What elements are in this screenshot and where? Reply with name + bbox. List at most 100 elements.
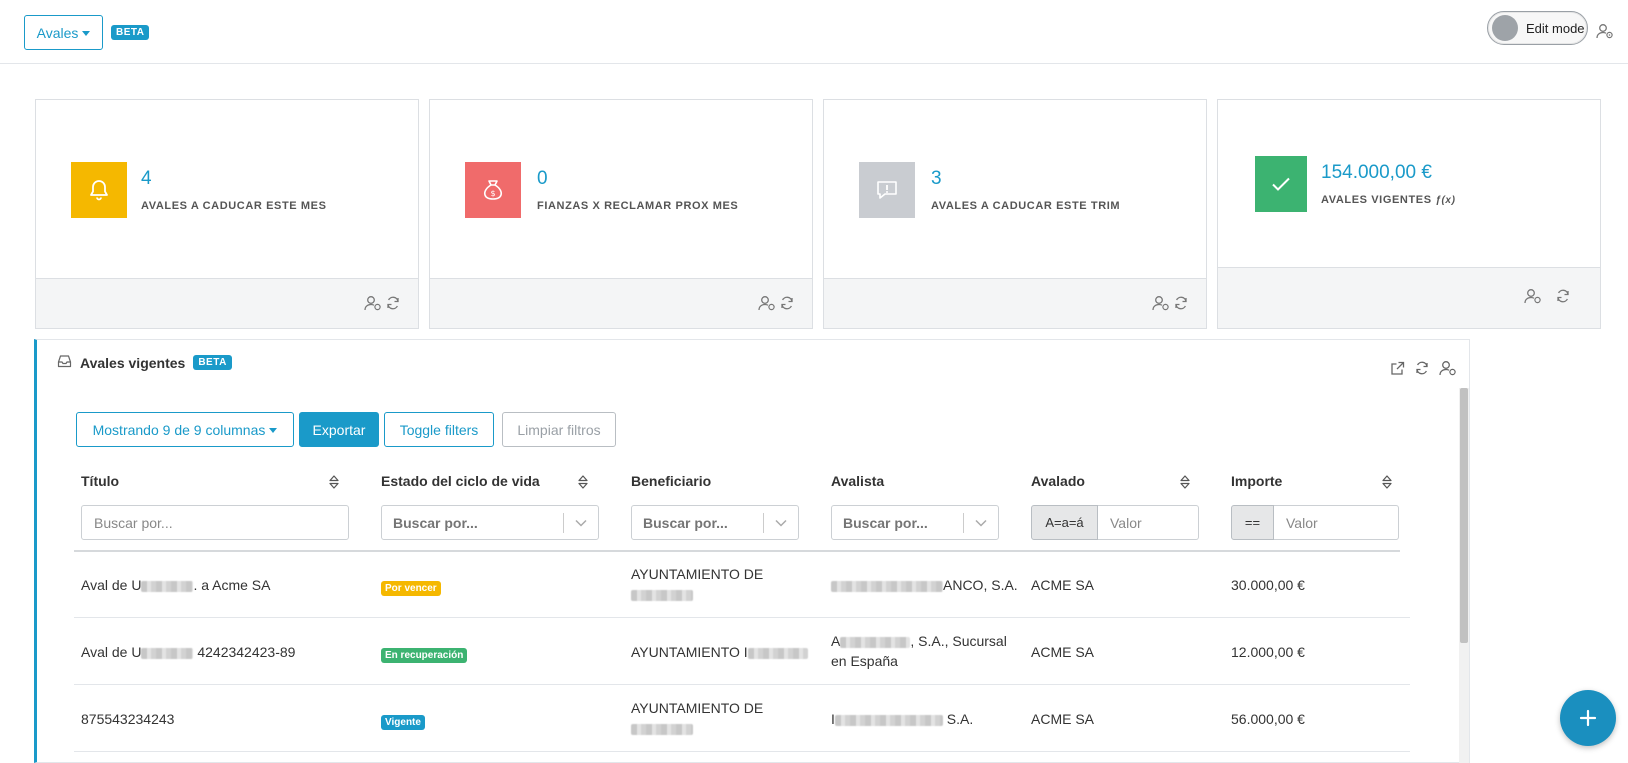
user-settings-icon[interactable]	[1439, 360, 1457, 381]
table-toolbar: Mostrando 9 de 9 columnas Exportar Toggl…	[76, 412, 616, 447]
importe-filter-group: == Valor	[1231, 505, 1399, 540]
select-placeholder: Buscar por...	[393, 514, 478, 531]
estado-search-select[interactable]: Buscar por...	[381, 505, 599, 540]
columns-dropdown-label: Mostrando 9 de 9 columnas	[92, 421, 266, 438]
avalado-filter-group: A=a=á Valor	[1031, 505, 1199, 540]
scrollbar[interactable]	[1459, 388, 1469, 763]
cell-avalado: ACME SA	[1031, 711, 1095, 727]
status-badge: Vigente	[381, 715, 425, 730]
kpi-value: 0	[537, 168, 548, 189]
chevron-down-icon	[564, 519, 598, 527]
kpi-card-caducar-mes: 4 AVALES A CADUCAR ESTE MES	[35, 99, 419, 329]
select-placeholder: Buscar por...	[843, 514, 928, 531]
column-header-avalista[interactable]: Avalista	[831, 473, 884, 489]
column-header-avalado[interactable]: Avalado	[1031, 473, 1085, 489]
cell-titulo: Aval de U. a Acme SA	[81, 577, 271, 593]
select-placeholder: Buscar por...	[643, 514, 728, 531]
chevron-down-icon	[964, 519, 998, 527]
cell-estado: Vigente	[381, 710, 425, 730]
refresh-icon[interactable]	[1174, 296, 1188, 315]
refresh-icon[interactable]	[1556, 289, 1570, 308]
chevron-down-icon	[764, 519, 798, 527]
avales-vigentes-panel: Avales vigentes BETA Mostrando 9 de 9 co…	[34, 339, 1470, 763]
caret-down-icon	[82, 30, 91, 36]
redacted-text	[831, 580, 943, 592]
cell-beneficiario: AYUNTAMIENTO DE	[631, 698, 763, 738]
check-icon	[1253, 156, 1309, 212]
user-settings-icon[interactable]	[364, 295, 382, 316]
cell-importe: 56.000,00 €	[1231, 711, 1305, 727]
user-settings-icon[interactable]	[758, 295, 776, 316]
kpi-card-fianzas: $ 0 FIANZAS X RECLAMAR PROX MES	[429, 99, 813, 329]
caret-down-icon	[269, 427, 278, 433]
kpi-label: AVALES A CADUCAR ESTE MES	[141, 200, 327, 212]
text-operator-button[interactable]: A=a=á	[1031, 505, 1098, 540]
cell-importe: 30.000,00 €	[1231, 577, 1305, 593]
column-header-estado[interactable]: Estado del ciclo de vida	[381, 473, 540, 489]
cell-avalista: I S.A.	[831, 711, 974, 727]
alert-comment-icon	[859, 162, 915, 218]
sort-icon[interactable]	[1180, 475, 1190, 494]
toggle-knob	[1492, 15, 1518, 41]
module-label: Avales	[36, 24, 79, 41]
bell-icon	[71, 162, 127, 218]
refresh-icon[interactable]	[386, 296, 400, 315]
svg-text:$: $	[490, 189, 495, 198]
redacted-text	[141, 580, 194, 592]
refresh-icon[interactable]	[1415, 361, 1429, 380]
formula-icon: ƒ(x)	[1435, 195, 1456, 206]
numeric-operator-button[interactable]: ==	[1231, 505, 1274, 540]
external-link-icon[interactable]	[1390, 361, 1405, 381]
top-bar: Avales BETA Edit mode	[0, 0, 1628, 64]
card-footer	[36, 278, 418, 328]
scrollbar-thumb[interactable]	[1460, 388, 1468, 643]
cell-avalado: ACME SA	[1031, 577, 1095, 593]
refresh-icon[interactable]	[780, 296, 794, 315]
table-row[interactable]: Aval de U 4242342423-89 En recuperación …	[74, 619, 1410, 685]
kpi-label: FIANZAS X RECLAMAR PROX MES	[537, 200, 739, 212]
beneficiario-search-select[interactable]: Buscar por...	[631, 505, 799, 540]
redacted-text	[631, 589, 693, 601]
status-badge: En recuperación	[381, 648, 468, 663]
redacted-text	[840, 636, 911, 648]
cell-titulo: Aval de U 4242342423-89	[81, 644, 296, 660]
money-bag-icon: $	[465, 162, 521, 218]
column-header-beneficiario[interactable]: Beneficiario	[631, 473, 711, 489]
clear-filters-button[interactable]: Limpiar filtros	[502, 412, 616, 447]
user-settings-icon[interactable]	[1596, 23, 1614, 44]
avalado-value-input[interactable]: Valor	[1098, 505, 1199, 540]
sort-icon[interactable]	[1382, 475, 1392, 494]
column-header-titulo[interactable]: Título	[81, 473, 119, 489]
redacted-text	[631, 723, 693, 735]
sort-icon[interactable]	[329, 475, 339, 494]
toggle-filters-button[interactable]: Toggle filters	[384, 412, 494, 447]
status-badge: Por vencer	[381, 581, 441, 596]
column-header-importe[interactable]: Importe	[1231, 473, 1282, 489]
redacted-text	[141, 647, 194, 659]
add-button[interactable]	[1560, 690, 1616, 746]
user-settings-icon[interactable]	[1152, 295, 1170, 316]
cell-importe: 12.000,00 €	[1231, 644, 1305, 660]
cell-avalado: ACME SA	[1031, 644, 1095, 660]
table-row[interactable]: Aval de U. a Acme SA Por vencer AYUNTAMI…	[74, 552, 1410, 618]
card-footer	[824, 278, 1206, 328]
kpi-label: AVALES VIGENTES ƒ(x)	[1321, 194, 1456, 206]
panel-title-text: Avales vigentes	[80, 354, 186, 371]
columns-dropdown-button[interactable]: Mostrando 9 de 9 columnas	[76, 412, 294, 447]
avalista-search-select[interactable]: Buscar por...	[831, 505, 999, 540]
card-footer	[1218, 267, 1600, 328]
titulo-search-input[interactable]: Buscar por...	[81, 505, 349, 540]
importe-value-input[interactable]: Valor	[1274, 505, 1399, 540]
sort-icon[interactable]	[578, 475, 588, 494]
kpi-value: 3	[931, 168, 942, 189]
card-footer	[430, 278, 812, 328]
edit-mode-toggle[interactable]: Edit mode	[1487, 11, 1588, 45]
kpi-card-caducar-trim: 3 AVALES A CADUCAR ESTE TRIM	[823, 99, 1207, 329]
cell-beneficiario: AYUNTAMIENTO DE	[631, 564, 763, 604]
table-row[interactable]: 875543234243 Vigente AYUNTAMIENTO DE I S…	[74, 686, 1410, 752]
module-dropdown-button[interactable]: Avales	[24, 15, 103, 50]
plus-icon	[1579, 709, 1597, 727]
export-button[interactable]: Exportar	[299, 412, 379, 447]
beta-badge: BETA	[111, 25, 150, 40]
user-settings-icon[interactable]	[1524, 288, 1542, 309]
